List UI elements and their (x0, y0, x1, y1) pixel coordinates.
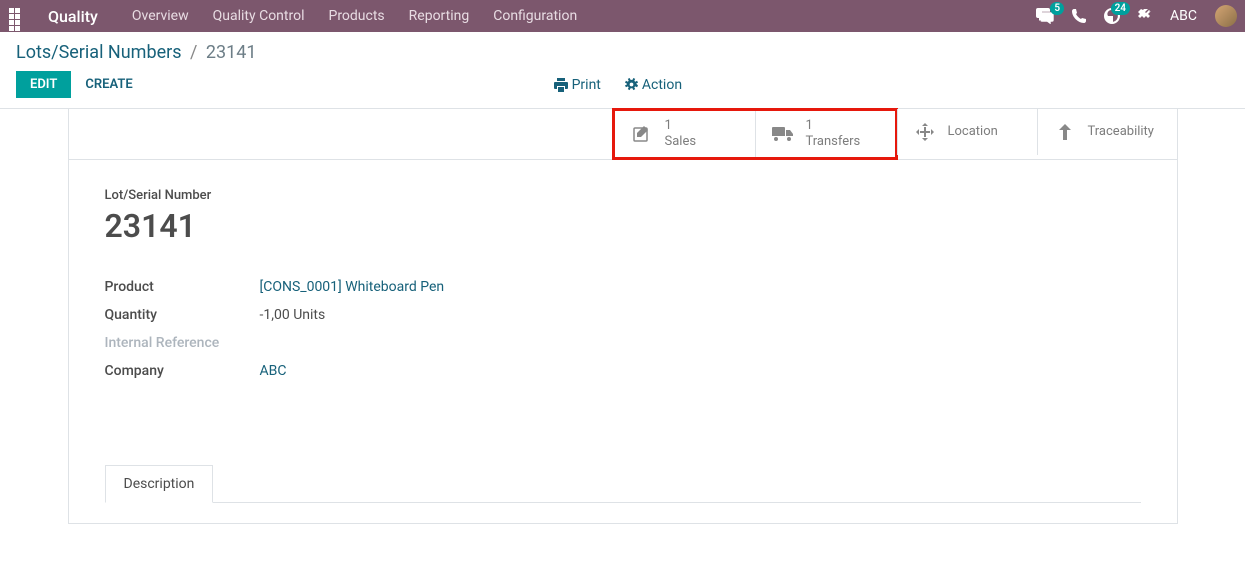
messages-icon[interactable]: 5 (1036, 8, 1054, 24)
quantity-label: Quantity (105, 307, 260, 323)
edit-icon (631, 125, 653, 143)
company-value[interactable]: ABC (260, 363, 287, 379)
stat-transfers-button[interactable]: 1 Transfers (755, 111, 895, 157)
gear-icon (625, 78, 638, 91)
action-button[interactable]: Action (625, 77, 682, 93)
stat-button-box: 1 Sales 1 Transfers (69, 109, 1177, 160)
truck-icon (772, 126, 794, 142)
stat-traceability-button[interactable]: Traceability (1037, 109, 1177, 155)
print-button[interactable]: Print (554, 77, 601, 93)
activities-icon[interactable]: 24 (1104, 8, 1120, 24)
stat-sales-button[interactable]: 1 Sales (615, 111, 755, 157)
company-label: Company (105, 363, 260, 379)
stat-transfers-label: Transfers (806, 134, 861, 150)
user-name[interactable]: ABC (1170, 8, 1197, 24)
menu-reporting[interactable]: Reporting (409, 8, 470, 24)
product-label: Product (105, 279, 260, 295)
menu-products[interactable]: Products (328, 8, 384, 24)
breadcrumb-current: 23141 (206, 42, 257, 63)
messages-badge: 5 (1050, 2, 1064, 15)
edit-button[interactable]: EDIT (16, 71, 71, 98)
stat-location-label: Location (948, 124, 998, 140)
topbar: Quality Overview Quality Control Product… (0, 0, 1245, 32)
menu-overview[interactable]: Overview (132, 8, 189, 24)
form-sheet: 1 Sales 1 Transfers (68, 109, 1178, 524)
print-label: Print (572, 77, 601, 93)
stat-sales-label: Sales (665, 134, 697, 150)
stat-traceability-label: Traceability (1088, 124, 1154, 140)
product-value[interactable]: [CONS_0001] Whiteboard Pen (260, 279, 445, 295)
lot-number-value: 23141 (105, 207, 1141, 245)
controls-row: EDIT CREATE Print Action (0, 67, 1245, 109)
arrow-up-icon (1054, 124, 1076, 140)
topbar-menu: Overview Quality Control Products Report… (132, 8, 577, 24)
action-label: Action (642, 77, 682, 93)
quantity-value: -1,00 Units (260, 307, 326, 323)
activities-badge: 24 (1111, 2, 1130, 15)
breadcrumb: Lots/Serial Numbers / 23141 (0, 32, 1245, 67)
create-button[interactable]: CREATE (71, 71, 146, 98)
tabs: Description (105, 465, 1141, 503)
tab-description[interactable]: Description (105, 465, 214, 503)
menu-quality-control[interactable]: Quality Control (213, 8, 305, 24)
app-title[interactable]: Quality (42, 7, 104, 26)
stat-transfers-count: 1 (806, 118, 861, 134)
breadcrumb-separator: / (190, 42, 197, 63)
menu-configuration[interactable]: Configuration (493, 8, 577, 24)
move-icon (914, 123, 936, 141)
debug-icon[interactable] (1138, 9, 1152, 23)
phone-icon[interactable] (1072, 9, 1086, 23)
stat-sales-count: 1 (665, 118, 697, 134)
lot-number-label: Lot/Serial Number (105, 188, 1141, 203)
breadcrumb-parent[interactable]: Lots/Serial Numbers (16, 42, 182, 63)
print-icon (554, 78, 568, 92)
avatar[interactable] (1215, 5, 1237, 27)
stat-location-button[interactable]: Location (897, 109, 1037, 155)
apps-icon[interactable] (8, 7, 26, 25)
internal-reference-label: Internal Reference (105, 335, 260, 351)
